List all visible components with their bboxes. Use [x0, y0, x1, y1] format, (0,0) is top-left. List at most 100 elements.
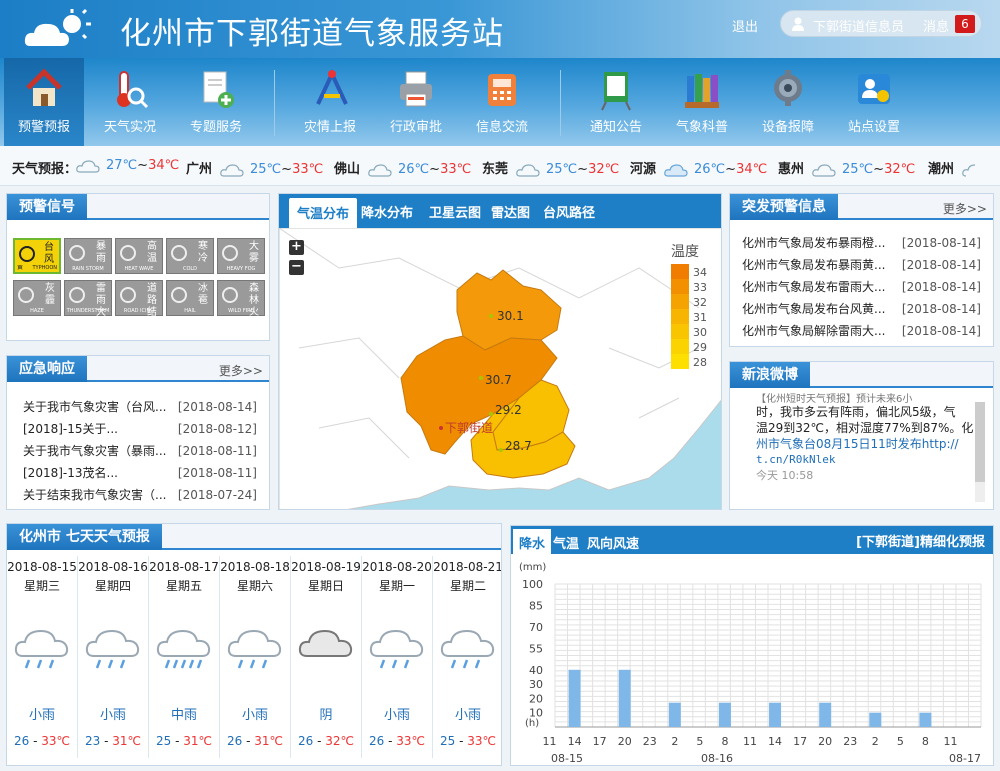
precip-bar	[819, 702, 832, 727]
date-label: 08-17	[949, 752, 981, 765]
house-icon	[26, 68, 62, 106]
more-link[interactable]: 更多>>	[943, 200, 987, 217]
tab-satellite[interactable]: 卫星云图	[429, 202, 481, 221]
forecast-weekday: 星期六	[236, 579, 273, 593]
legend-label: 32	[693, 296, 707, 309]
legend-label: 30	[693, 326, 707, 339]
cloud-icon	[368, 163, 392, 177]
precip-bar	[668, 702, 681, 727]
phone-icon	[488, 74, 516, 106]
nav-item-disaster-report[interactable]: 灾情上报	[290, 58, 370, 146]
user-box[interactable]: 下郭街道信息员 消息 6	[780, 10, 982, 37]
list-item[interactable]: [2018]-15关于... [2018-08-12]	[23, 418, 261, 440]
weibo-scrollbar[interactable]	[975, 402, 985, 502]
nav-divider	[274, 70, 275, 136]
list-item[interactable]: 化州市气象局发布台风黄... [2018-08-14]	[742, 298, 985, 320]
tab-typhoon[interactable]: 台风路径	[543, 202, 595, 221]
warning-signal-3[interactable]: 高温 HEAT WAVE	[115, 238, 163, 274]
region-value: 29.2	[495, 403, 522, 417]
forecast-weekday: 星期三	[23, 579, 60, 593]
tab-precipitation[interactable]: 降水分布	[361, 202, 413, 221]
warning-signal-2[interactable]: 暴雨 RAIN STORM	[64, 238, 112, 274]
forecast-day[interactable]: 2018-08-20 星期一 小雨 26 - 33℃	[362, 556, 433, 758]
warning-signal-4[interactable]: 寒冷 COLD	[166, 238, 214, 274]
nav-item-admin-approval[interactable]: 行政审批	[376, 58, 456, 146]
city-weather[interactable]: 潮州	[928, 158, 992, 177]
location-label: 下郭街道	[445, 421, 493, 435]
tab-temperature[interactable]: 气温	[553, 533, 579, 552]
list-item[interactable]: 关于我市气象灾害（台风... [2018-08-14]	[23, 396, 261, 418]
books-icon	[685, 74, 719, 108]
list-item[interactable]: 化州市气象局发布雷雨大... [2018-08-14]	[742, 276, 985, 298]
forecast-day[interactable]: 2018-08-15 星期三 小雨 26 - 33℃	[7, 556, 78, 758]
forecast-description: 小雨	[383, 708, 410, 723]
list-item[interactable]: 化州市气象局发布暴雨橙... [2018-08-14]	[742, 232, 985, 254]
forecast-day[interactable]: 2018-08-17 星期五 中雨 25 - 31℃	[149, 556, 220, 758]
city-weather[interactable]: 惠州 25℃~32℃	[778, 158, 915, 177]
warning-signal-10[interactable]: 森林火险 WILD FIRE	[217, 280, 265, 330]
y-axis-label: (mm)	[519, 562, 546, 573]
nav-label: 站点设置	[847, 120, 900, 135]
more-link[interactable]: 更多>>	[219, 362, 263, 379]
list-item[interactable]: 化州市气象局发布暴雨黄... [2018-08-14]	[742, 254, 985, 276]
sudden-warnings-panel: 突发预警信息 更多>> 化州市气象局发布暴雨橙... [2018-08-14] 化州…	[729, 193, 994, 347]
temperature-map[interactable]: 30.1 30.7 29.2 28.7 下郭街道 温度 34 33 32 31 30 29…	[279, 228, 722, 510]
forecast-day[interactable]: 2018-08-19 星期日阴 26 - 32℃	[291, 556, 362, 758]
warning-signal-1[interactable]: 台风黄 TYPHOON	[13, 238, 61, 274]
emergency-response-panel: 应急响应 更多>> 关于我市气象灾害（台风... [2018-08-14] [201…	[6, 355, 270, 510]
forecast-day[interactable]: 2018-08-18 星期六 小雨 26 - 31℃	[220, 556, 291, 758]
city-weather[interactable]: 河源 26℃~34℃	[630, 158, 767, 177]
city-weather[interactable]: 东莞 25℃~32℃	[482, 158, 619, 177]
nav-item-warning-forecast[interactable]: 预警预报	[4, 58, 84, 146]
city-weather[interactable]: 广州 25℃~33℃	[186, 158, 323, 177]
tab-radar[interactable]: 雷达图	[491, 202, 530, 221]
tab-temperature[interactable]: 气温分布	[289, 198, 358, 228]
tab-wind[interactable]: 风向风速	[587, 533, 639, 552]
legend-label: 34	[693, 266, 707, 279]
forecast-date: 2018-08-16	[78, 560, 148, 574]
messages-label[interactable]: 消息	[923, 16, 949, 35]
forecast-description: 小雨	[454, 708, 481, 723]
notice-board-icon	[601, 72, 631, 111]
nav-item-science[interactable]: 气象科普	[662, 58, 742, 146]
forecast-date: 2018-08-18	[220, 560, 290, 574]
warning-symbol-icon	[69, 245, 85, 261]
warning-signal-8[interactable]: 道路结冰 ROAD ICING	[115, 280, 163, 330]
logout-link[interactable]: 退出	[732, 16, 758, 35]
warning-signal-9[interactable]: 冰雹 HAIL	[166, 280, 214, 316]
nav-item-live-weather[interactable]: 天气实况	[90, 58, 170, 146]
nav-item-site-settings[interactable]: 站点设置	[834, 58, 914, 146]
list-item[interactable]: [2018]-13茂名... [2018-08-11]	[23, 462, 261, 484]
list-item[interactable]: 关于结束我市气象灾害（... [2018-07-24]	[23, 484, 261, 506]
list-item[interactable]: 化州市气象局解除雷雨大... [2018-08-14]	[742, 320, 985, 342]
forecast-day[interactable]: 2018-08-21 星期二 小雨 25 - 33℃	[433, 556, 501, 758]
x-axis-label: (h)	[525, 718, 539, 729]
forecast-weekday: 星期二	[449, 579, 486, 593]
nav-item-notice[interactable]: 通知公告	[576, 58, 656, 146]
forecast-day[interactable]: 2018-08-16 星期四 小雨 23 - 31℃	[78, 556, 149, 758]
tab-precipitation[interactable]: 降水	[513, 529, 552, 554]
date-label: 08-16	[701, 752, 733, 765]
precip-bar	[568, 669, 581, 727]
zoom-out-button[interactable]: −	[289, 260, 304, 275]
gear-icon	[774, 70, 802, 106]
nav-item-special-service[interactable]: 专题服务	[176, 58, 256, 146]
messages-count-badge[interactable]: 6	[955, 15, 975, 33]
x-tick-label: 2	[671, 735, 678, 748]
city-weather[interactable]: 佛山 26℃~33℃	[334, 158, 471, 177]
nav-item-info-exchange[interactable]: 信息交流	[462, 58, 542, 146]
list-item[interactable]: 关于我市气象灾害（暴雨... [2018-08-11]	[23, 440, 261, 462]
y-tick-label: 85	[529, 599, 543, 612]
forecast-date: 2018-08-20	[362, 560, 432, 574]
zoom-in-button[interactable]: +	[289, 240, 304, 255]
warning-signal-6[interactable]: 灰霾 HAZE	[13, 280, 61, 316]
site-title: 化州市下郭街道气象服务站	[120, 16, 504, 52]
map-tabs: 气温分布 降水分布 卫星云图 雷达图 台风路径	[279, 194, 721, 228]
warning-signal-7[interactable]: 雷雨大风 THUNDERSTORM	[64, 280, 112, 330]
nav-item-device-report[interactable]: 设备报障	[748, 58, 828, 146]
warning-signal-5[interactable]: 大雾 HEAVY FOG	[217, 238, 265, 274]
city-weather[interactable]: 27℃~34℃	[76, 158, 179, 173]
weibo-post: 【化州短时天气预报】预计未来6小 时，我市多云有阵雨，偏北风5级，气 温29到3…	[756, 392, 976, 484]
x-tick-label: 14	[568, 735, 582, 748]
weibo-link[interactable]: t.cn/R0kNlek	[756, 452, 976, 468]
